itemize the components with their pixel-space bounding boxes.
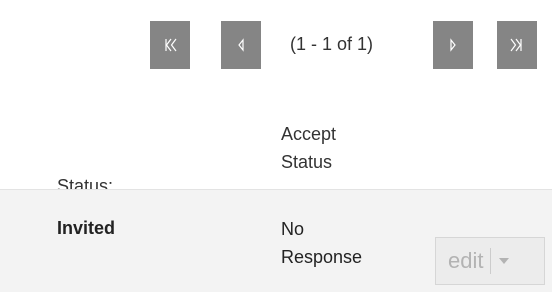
last-page-button[interactable] (497, 21, 537, 69)
previous-page-icon (238, 38, 244, 52)
edit-dropdown-toggle[interactable] (498, 257, 510, 265)
dropdown-caret-icon (499, 258, 510, 264)
cell-accept-line-2: Response (281, 247, 363, 267)
column-header-accept-line-1: Accept (281, 124, 337, 144)
cell-status: Invited (57, 218, 116, 238)
invitation-status-panel: (1 - 1 of 1) Status: Accept Status Invit… (0, 0, 552, 292)
next-page-icon (450, 38, 456, 52)
split-button-divider (490, 248, 492, 274)
edit-split-button: edit (435, 237, 545, 285)
cell-accept-status: No Response (281, 215, 362, 271)
pagination-summary: (1 - 1 of 1) (290, 34, 374, 54)
pagination-bar: (1 - 1 of 1) (0, 0, 552, 82)
first-page-icon (165, 38, 177, 52)
previous-page-button[interactable] (221, 21, 261, 69)
column-header-accept-status: Accept Status (281, 120, 336, 176)
edit-button[interactable]: edit (436, 248, 483, 274)
next-page-button[interactable] (433, 21, 473, 69)
first-page-button[interactable] (150, 21, 190, 69)
cell-accept-line-1: No (281, 219, 305, 239)
last-page-icon (510, 38, 522, 52)
column-header-accept-line-2: Status (281, 152, 333, 172)
